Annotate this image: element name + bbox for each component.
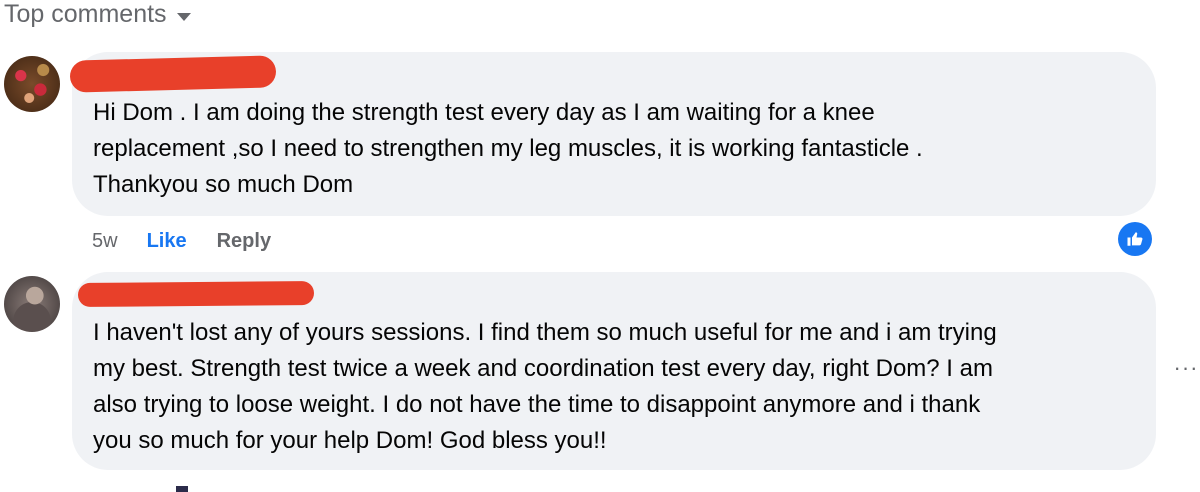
chevron-down-icon xyxy=(176,12,191,21)
reply-thread-indicator xyxy=(176,486,188,492)
sort-label: Top comments xyxy=(4,0,167,28)
reply-button[interactable]: Reply xyxy=(217,228,271,254)
comment-actions: 5w Like Reply xyxy=(92,228,271,254)
comment-text: I haven't lost any of yours sessions. I … xyxy=(93,319,997,454)
avatar[interactable] xyxy=(4,276,60,332)
more-options-icon[interactable]: ··· xyxy=(1172,355,1200,380)
comments-section: Top comments Hi Dom . I am doing the str… xyxy=(0,0,1200,492)
like-icon[interactable] xyxy=(1118,222,1152,256)
avatar[interactable] xyxy=(4,56,60,112)
author-name-redaction xyxy=(69,55,277,93)
like-button[interactable]: Like xyxy=(147,228,187,254)
comment-text: Hi Dom . I am doing the strength test ev… xyxy=(93,99,923,198)
thumbs-up-icon xyxy=(1127,232,1143,246)
author-name-redaction xyxy=(77,280,315,308)
sort-comments-dropdown[interactable]: Top comments xyxy=(4,0,191,28)
comment-timestamp[interactable]: 5w xyxy=(92,228,118,254)
